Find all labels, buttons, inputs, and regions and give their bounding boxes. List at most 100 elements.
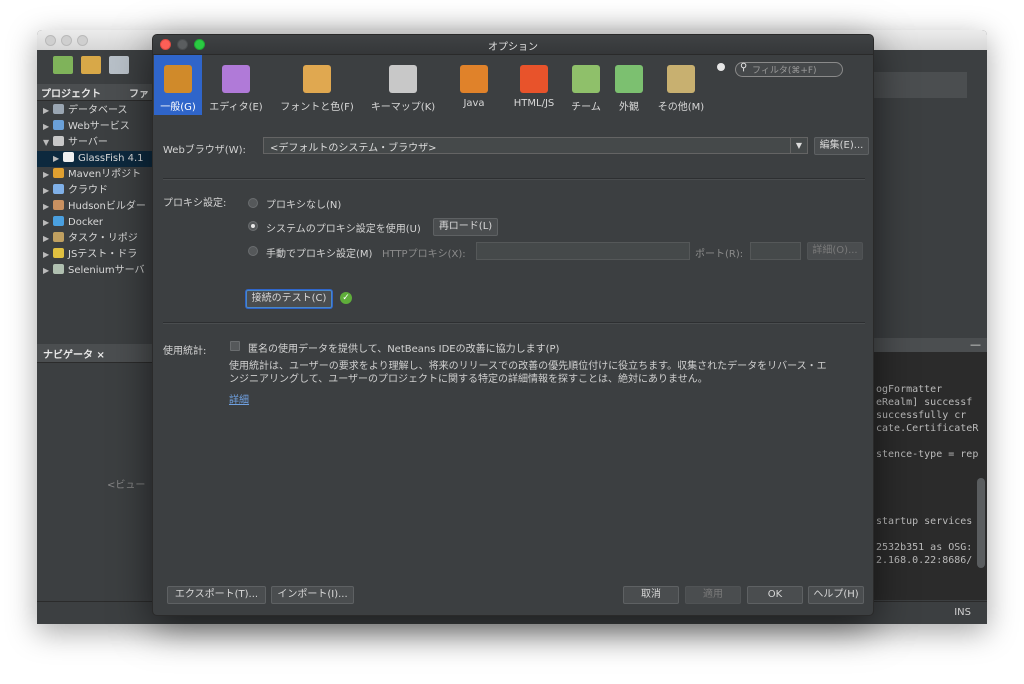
editor-icon — [222, 65, 250, 93]
filter-spark-icon — [717, 63, 725, 71]
category-misc[interactable]: その他(M) — [653, 55, 709, 115]
js-test-icon — [53, 248, 64, 258]
services-tree: ▶ データベース ▶ Webサービス ▼ サーバー ▶ GlassFish 4.1 ▶ M… — [37, 101, 152, 279]
html5-icon — [520, 65, 548, 93]
dialog-title: オプション — [488, 42, 538, 53]
category-appearance[interactable]: 外観 — [611, 55, 647, 115]
output-line: 2.168.0.22:8686/ — [876, 555, 973, 566]
tree-item-maven[interactable]: ▶ Mavenリポジト — [37, 167, 152, 183]
output-line: stence-type = rep — [876, 449, 979, 460]
proxy-system-label: システムのプロキシ設定を使用(U) — [266, 224, 421, 235]
hudson-icon — [53, 200, 64, 210]
minimize-icon[interactable]: — — [970, 338, 981, 351]
help-button[interactable]: ヘルプ(H) — [808, 586, 864, 604]
http-proxy-input[interactable] — [476, 242, 690, 260]
output-header: — — [872, 338, 987, 352]
proxy-system-radio[interactable] — [248, 221, 258, 231]
ide-close-dot[interactable] — [45, 35, 56, 46]
tree-item-js-test[interactable]: ▶ JSテスト・ドラ — [37, 247, 152, 263]
new-project-icon[interactable] — [81, 56, 101, 74]
proxy-none-label: プロキシなし(N) — [266, 200, 342, 211]
proxy-details-button[interactable]: 詳細(O)... — [807, 242, 863, 260]
test-connection-button[interactable]: 接続のテスト(C) — [246, 290, 332, 308]
usage-description-line: ンジニアリングして、ユーザーのプロジェクトに関する特定の詳細情報を探すことは、絶… — [229, 374, 708, 385]
port-input[interactable] — [750, 242, 801, 260]
output-line: cate.CertificateR — [876, 423, 979, 434]
tree-item-task-repo[interactable]: ▶ タスク・リポジ — [37, 231, 152, 247]
java-icon — [460, 65, 488, 93]
usage-statistics-label: 使用統計: — [163, 346, 207, 357]
tree-item-servers[interactable]: ▼ サーバー — [37, 135, 152, 151]
tree-item-cloud[interactable]: ▶ クラウド — [37, 183, 152, 199]
tree-item-hudson[interactable]: ▶ Hudsonビルダー — [37, 199, 152, 215]
tree-item-selenium[interactable]: ▶ Seleniumサーバ — [37, 263, 152, 279]
category-keymap[interactable]: キーマップ(K) — [367, 55, 439, 115]
web-browser-label: Webブラウザ(W): — [163, 145, 246, 156]
options-dialog: オプション 一般(G) エディタ(E) フォントと色(F) キーマップ(K) J… — [152, 34, 874, 616]
navigator-header: ナビゲータ × — [37, 344, 152, 363]
web-browser-select[interactable]: <デフォルトのシステム・ブラウザ> ▼ — [263, 137, 808, 154]
ok-button[interactable]: OK — [747, 586, 803, 604]
http-proxy-label: HTTPプロキシ(X): — [382, 249, 466, 260]
tab-files[interactable]: ファ — [129, 85, 149, 100]
usage-description-line: 使用統計は、ユーザーの要求をより理解し、将来のリリースでの改善の優先順位付けに役… — [229, 361, 827, 372]
appearance-icon — [615, 65, 643, 93]
search-icon: ⚲ — [740, 62, 748, 73]
output-scrollbar[interactable] — [977, 478, 985, 568]
open-project-icon[interactable] — [109, 56, 129, 74]
filter-search-field[interactable]: ⚲ フィルタ(⌘+F) — [735, 62, 843, 77]
tree-item-database[interactable]: ▶ データベース — [37, 103, 152, 119]
ide-minimize-dot[interactable] — [61, 35, 72, 46]
new-file-icon[interactable] — [53, 56, 73, 74]
usage-details-link[interactable]: 詳細 — [229, 391, 249, 406]
fonts-icon — [303, 65, 331, 93]
tab-navigator[interactable]: ナビゲータ × — [43, 346, 105, 361]
category-fonts-colors[interactable]: フォントと色(F) — [277, 55, 357, 115]
proxy-manual-radio[interactable] — [248, 246, 258, 256]
chevron-down-icon: ▼ — [790, 138, 807, 153]
projects-tabs: プロジェクト ファ — [37, 84, 152, 101]
output-line: ogFormatter — [876, 384, 943, 395]
tree-item-glassfish[interactable]: ▶ GlassFish 4.1 — [37, 151, 152, 167]
misc-icon — [667, 65, 695, 93]
proxy-none-radio[interactable] — [248, 198, 258, 208]
category-general[interactable]: 一般(G) — [154, 55, 202, 115]
edit-browser-button[interactable]: 編集(E)... — [814, 137, 869, 155]
divider — [163, 322, 865, 324]
server-icon — [53, 136, 64, 146]
import-button[interactable]: インポート(I)... — [271, 586, 354, 604]
cloud-icon — [53, 184, 64, 194]
search-placeholder: フィルタ(⌘+F) — [752, 66, 817, 76]
general-icon — [164, 65, 192, 93]
tree-item-webservices[interactable]: ▶ Webサービス — [37, 119, 152, 135]
projects-panel: プロジェクト ファ ▶ データベース ▶ Webサービス ▼ サーバー ▶ GlassF… — [37, 84, 152, 342]
reload-button[interactable]: 再ロード(L) — [433, 218, 498, 236]
cancel-button[interactable]: 取消 — [623, 586, 679, 604]
usage-checkbox[interactable] — [230, 341, 240, 351]
ide-zoom-dot[interactable] — [77, 35, 88, 46]
category-team[interactable]: チーム — [565, 55, 607, 115]
insert-mode-indicator: INS — [954, 607, 971, 618]
checkmark-icon: ✓ — [340, 292, 352, 304]
export-button[interactable]: エクスポート(T)... — [167, 586, 266, 604]
tree-item-docker[interactable]: ▶ Docker — [37, 215, 152, 231]
proxy-manual-label: 手動でプロキシ設定(M) — [266, 249, 373, 260]
task-repository-icon — [53, 232, 64, 242]
database-icon — [53, 104, 64, 114]
usage-description: 使用統計は、ユーザーの要求をより理解し、将来のリリースでの改善の優先順位付けに役… — [229, 360, 869, 386]
maven-icon — [53, 168, 64, 178]
glassfish-icon — [63, 152, 74, 162]
category-editor[interactable]: エディタ(E) — [205, 55, 267, 115]
output-line: startup services — [876, 516, 973, 527]
globe-icon — [53, 120, 64, 130]
proxy-settings-label: プロキシ設定: — [163, 198, 227, 209]
output-line: eRealm] successf — [876, 397, 973, 408]
web-browser-value: <デフォルトのシステム・ブラウザ> — [270, 143, 437, 154]
apply-button[interactable]: 適用 — [685, 586, 741, 604]
dialog-titlebar: オプション — [153, 35, 873, 55]
usage-checkbox-label: 匿名の使用データを提供して、NetBeans IDEの改善に協力します(P) — [248, 344, 560, 355]
category-html-js[interactable]: HTML/JS — [509, 55, 559, 115]
tab-projects[interactable]: プロジェクト — [41, 85, 101, 100]
docker-icon — [53, 216, 64, 226]
category-java[interactable]: Java — [449, 55, 499, 115]
